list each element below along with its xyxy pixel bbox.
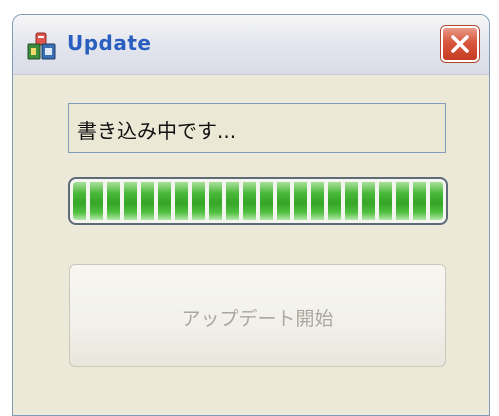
close-button[interactable]	[441, 26, 479, 62]
status-text: 書き込み中です...	[77, 119, 237, 143]
progress-fill	[73, 182, 443, 220]
start-update-label: アップデート開始	[181, 308, 334, 330]
start-update-button[interactable]: アップデート開始	[69, 264, 446, 367]
window-title: Update	[67, 31, 152, 55]
status-display: 書き込み中です...	[68, 103, 446, 153]
update-dialog: Update 書き込み中です... アップデート開始	[12, 14, 490, 416]
title-bar[interactable]: Update	[13, 15, 489, 75]
update-app-icon	[27, 32, 57, 62]
progress-bar	[68, 177, 448, 225]
